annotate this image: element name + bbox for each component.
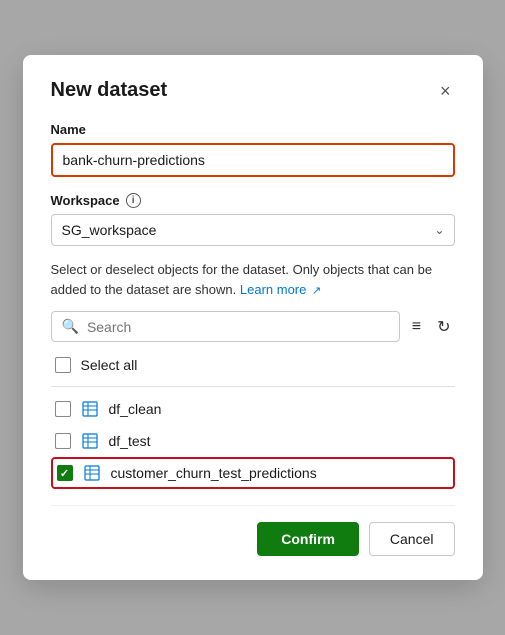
filter-icon[interactable]: ≡ (408, 314, 425, 340)
item-list: Select all df_clean (51, 350, 455, 489)
description-text: Select or deselect objects for the datas… (51, 260, 455, 299)
customer-churn-checkbox[interactable] (57, 465, 73, 481)
workspace-select-wrapper: SG_workspace ⌄ (51, 214, 455, 246)
external-link-icon: ↗ (312, 283, 321, 300)
search-box: 🔍 (51, 311, 400, 342)
list-item[interactable]: df_clean (51, 393, 455, 425)
confirm-button[interactable]: Confirm (257, 522, 359, 556)
workspace-select[interactable]: SG_workspace (51, 214, 455, 246)
item-name: customer_churn_test_predictions (111, 465, 317, 481)
item-name: df_clean (109, 401, 162, 417)
dialog-footer: Confirm Cancel (51, 505, 455, 556)
table-icon (83, 464, 101, 482)
search-input[interactable] (87, 319, 389, 335)
workspace-label-row: Workspace i (51, 193, 455, 208)
search-row: 🔍 ≡ ↻ (51, 311, 455, 342)
refresh-icon[interactable]: ↻ (433, 313, 454, 341)
table-icon (81, 400, 99, 418)
name-field-group: Name (51, 122, 455, 177)
select-all-item[interactable]: Select all (51, 350, 455, 380)
dialog-header: New dataset × (51, 79, 455, 102)
item-name: df_test (109, 433, 151, 449)
workspace-field-group: Workspace i SG_workspace ⌄ (51, 193, 455, 246)
df-test-checkbox[interactable] (55, 433, 71, 449)
name-label: Name (51, 122, 455, 137)
df-clean-checkbox[interactable] (55, 401, 71, 417)
new-dataset-dialog: New dataset × Name Workspace i SG_worksp… (23, 55, 483, 580)
name-input[interactable] (51, 143, 455, 177)
learn-more-link[interactable]: Learn more (240, 282, 306, 297)
list-item[interactable]: customer_churn_test_predictions (51, 457, 455, 489)
workspace-info-icon[interactable]: i (126, 193, 141, 208)
workspace-label: Workspace (51, 193, 120, 208)
dialog-title: New dataset (51, 79, 168, 102)
search-icon: 🔍 (62, 318, 79, 335)
select-all-checkbox[interactable] (55, 357, 71, 373)
select-all-label: Select all (81, 357, 138, 373)
cancel-button[interactable]: Cancel (369, 522, 455, 556)
close-button[interactable]: × (436, 80, 455, 102)
dialog-overlay: New dataset × Name Workspace i SG_worksp… (0, 0, 505, 635)
table-icon (81, 432, 99, 450)
list-item[interactable]: df_test (51, 425, 455, 457)
list-divider (51, 386, 455, 387)
